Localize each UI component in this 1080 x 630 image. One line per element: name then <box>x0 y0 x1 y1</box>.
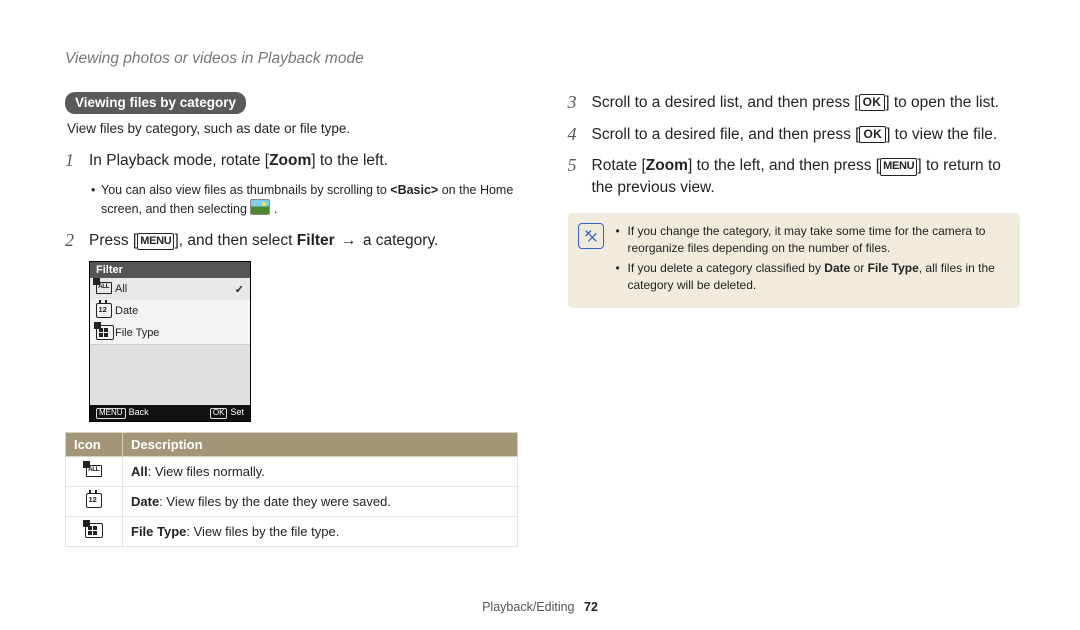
table-head-description: Description <box>123 433 518 457</box>
step-5-text-b: ] to the left, and then press [ <box>688 157 880 174</box>
table-head-icon: Icon <box>66 433 123 457</box>
filter-menu-footer: MENUBack OKSet <box>90 405 250 421</box>
note-box: If you change the category, it may take … <box>568 213 1021 308</box>
menu-key-icon: MENU <box>880 158 917 175</box>
filter-menu-title: Filter <box>90 262 250 278</box>
step-1-sub-a: You can also view files as thumbnails by… <box>101 183 390 197</box>
filter-item-filetype-label: File Type <box>115 327 159 339</box>
step-2-text-a: Press [ <box>89 232 137 249</box>
row-filetype-name: File Type <box>131 524 186 539</box>
date-icon <box>96 303 109 319</box>
zoom-key-label: Zoom <box>646 157 688 174</box>
section-caption: View files by category, such as date or … <box>67 120 518 138</box>
note-date-bold: Date <box>824 261 850 275</box>
step-4: 4 Scroll to a desired file, and then pre… <box>568 124 1021 146</box>
note-or: or <box>850 261 867 275</box>
step-5-number: 5 <box>568 153 577 178</box>
row-all-name: All <box>131 464 148 479</box>
filter-menu-empty-area <box>90 344 250 405</box>
all-icon <box>96 282 109 296</box>
note-l2a: If you delete a category classified by <box>628 261 825 275</box>
row-all-desc: : View files normally. <box>148 464 265 479</box>
filter-menu-screenshot: Filter All ✓ Date File Type MENUBack <box>89 261 251 422</box>
step-5: 5 Rotate [Zoom] to the left, and then pr… <box>568 155 1021 198</box>
date-icon <box>66 487 123 517</box>
left-column: Viewing files by category View files by … <box>65 92 518 547</box>
step-3-text-a: Scroll to a desired list, and then press… <box>592 94 859 111</box>
note-info-icon <box>578 223 604 249</box>
filetype-icon <box>66 517 123 547</box>
filter-item-filetype: File Type <box>90 322 250 344</box>
step-1-text-a: In Playback mode, rotate [ <box>89 152 269 169</box>
step-2: 2 Press [MENU], and then select Filter →… <box>65 230 518 252</box>
step-1: 1 In Playback mode, rotate [Zoom] to the… <box>65 150 518 172</box>
menu-key-small-icon: MENU <box>96 408 126 419</box>
note-line-1: If you change the category, it may take … <box>616 223 1009 257</box>
footer-section: Playback/Editing <box>482 600 574 614</box>
icon-description-table: Icon Description All: View files normall… <box>65 432 518 547</box>
table-row: All: View files normally. <box>66 457 518 487</box>
row-filetype-desc: : View files by the file type. <box>186 524 339 539</box>
section-badge: Viewing files by category <box>65 92 246 114</box>
step-2-number: 2 <box>65 228 74 253</box>
filter-item-all: All ✓ <box>90 278 250 300</box>
filter-item-all-label: All <box>115 283 127 295</box>
step-3: 3 Scroll to a desired list, and then pre… <box>568 92 1021 114</box>
basic-ref: <Basic> <box>390 183 438 197</box>
row-date-name: Date <box>131 494 159 509</box>
zoom-key-label: Zoom <box>269 152 311 169</box>
table-row: File Type: View files by the file type. <box>66 517 518 547</box>
back-label: Back <box>129 407 149 417</box>
note-filetype-bold: File Type <box>868 261 919 275</box>
step-2-text-b: ], and then select <box>174 232 296 249</box>
step-1-number: 1 <box>65 148 74 173</box>
step-5-text-a: Rotate [ <box>592 157 646 174</box>
check-icon: ✓ <box>235 283 244 296</box>
landscape-thumbnail-icon <box>250 199 270 215</box>
ok-key-small-icon: OK <box>210 408 228 419</box>
step-3-text-b: ] to open the list. <box>885 94 999 111</box>
arrow-icon: → <box>335 232 363 249</box>
step-2-text-c: a category. <box>363 232 439 249</box>
step-3-number: 3 <box>568 90 577 115</box>
row-date-desc: : View files by the date they were saved… <box>159 494 391 509</box>
ok-key-icon: OK <box>859 94 886 111</box>
filter-label: Filter <box>297 232 335 249</box>
filetype-icon <box>96 325 109 341</box>
note-line-2: If you delete a category classified by D… <box>616 260 1009 294</box>
filter-item-date: Date <box>90 300 250 322</box>
footer-page-number: 72 <box>584 600 598 614</box>
menu-key-icon: MENU <box>137 233 174 250</box>
step-4-text-a: Scroll to a desired file, and then press… <box>592 126 860 143</box>
set-label: Set <box>230 407 244 417</box>
step-1-text-b: ] to the left. <box>311 152 388 169</box>
page-footer: Playback/Editing 72 <box>0 600 1080 614</box>
step-4-number: 4 <box>568 122 577 147</box>
table-row: Date: View files by the date they were s… <box>66 487 518 517</box>
all-icon <box>66 457 123 487</box>
right-column: 3 Scroll to a desired list, and then pre… <box>568 92 1021 547</box>
step-1-sub: You can also view files as thumbnails by… <box>65 182 518 218</box>
page-header: Viewing photos or videos in Playback mod… <box>65 50 1020 68</box>
ok-key-icon: OK <box>859 126 886 143</box>
step-4-text-b: ] to view the file. <box>886 126 997 143</box>
filter-item-date-label: Date <box>115 305 138 317</box>
